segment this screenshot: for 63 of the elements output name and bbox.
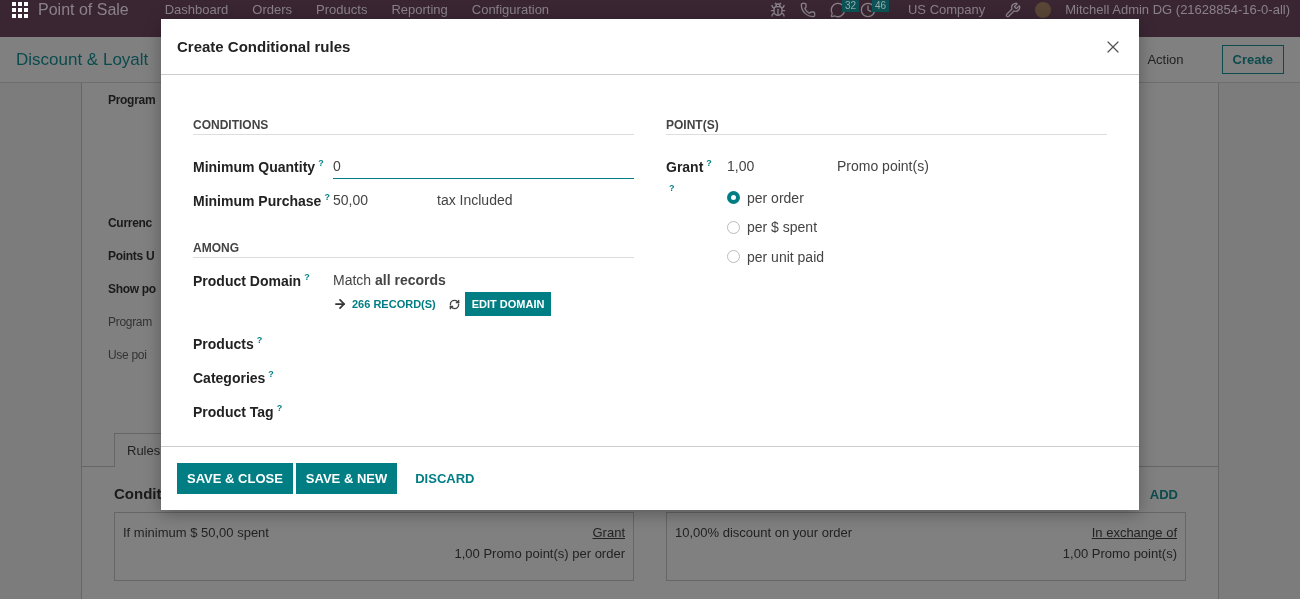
save-button[interactable]: SAVE & NEW (295, 463, 398, 494)
field-label: Use poi (108, 346, 147, 364)
company-name[interactable]: US Company (907, 2, 986, 18)
radio-option[interactable]: per $ spent (727, 212, 825, 242)
refresh-icon[interactable] (448, 298, 460, 310)
card-heading: In exchange of (1091, 525, 1177, 540)
discard-button[interactable]: DISCARD (405, 463, 485, 494)
menu-item[interactable]: Reporting (391, 2, 448, 18)
user-name[interactable]: Mitchell Admin DG (21628854-16-0-all) (1065, 2, 1290, 18)
grant-value: 1,00 (727, 158, 756, 174)
radio-button[interactable] (727, 191, 740, 205)
action-menu[interactable]: Action (1147, 52, 1184, 67)
bug-icon[interactable] (769, 2, 786, 18)
help-mark: ? (669, 183, 675, 193)
amount-value: 50,00 (333, 192, 370, 208)
app-grid-icon[interactable] (12, 2, 28, 18)
phone-icon[interactable] (799, 2, 816, 18)
count-badge: 32 (841, 0, 860, 12)
edit-domain-button[interactable]: EDIT DOMAIN (464, 292, 552, 316)
section-heading: AMONG (193, 241, 634, 258)
card-text: If minimum $ 50,00 spent (123, 525, 269, 542)
field-label: Categories $^{?}$ (193, 368, 274, 386)
field-label: Products $^{?}$ (193, 334, 263, 352)
menu-item[interactable]: Configuration (471, 2, 550, 18)
section-heading: CONDITIONS (193, 118, 634, 135)
radio-option[interactable]: per order (727, 183, 825, 213)
clock-icon[interactable] (859, 2, 876, 18)
field-label: Points U (108, 247, 155, 265)
chat-icon[interactable] (829, 2, 846, 18)
arrow-icon (333, 297, 347, 311)
menu-item[interactable]: Orders (252, 2, 293, 18)
section-title: Condit (114, 485, 162, 502)
radio-option[interactable]: per unit paid (727, 242, 825, 272)
field-label: Minimum Purchase $^{?}$ (193, 191, 331, 209)
field-label: Product Tag $^{?}$ (193, 402, 283, 420)
radio-button[interactable] (727, 250, 740, 264)
menu-item[interactable]: Dashboard (164, 2, 229, 18)
count-badge: 46 (871, 0, 890, 12)
field-label: Minimum Quantity $^{?}$ (193, 157, 325, 175)
field-label: Program (108, 313, 152, 331)
field-label: Grant $^{?}$ (666, 157, 713, 175)
card-detail: 1,00 Promo point(s) per order (454, 546, 625, 561)
create-button[interactable]: Create (1221, 45, 1284, 74)
app-name: Point of Sale (38, 2, 129, 18)
field-label: Currenc (108, 214, 152, 232)
field-label: Program (108, 91, 156, 109)
domain-summary: Match all records (333, 272, 447, 288)
dialog-title: Create Conditional rules (177, 38, 351, 55)
card-text: 10,00% discount on your order (675, 525, 853, 542)
radio-button[interactable] (727, 220, 740, 234)
field-label: Product Domain $^{?}$ (193, 272, 311, 289)
unit-label: Promo point(s) (837, 158, 929, 174)
add-link[interactable]: ADD (1149, 487, 1178, 502)
card-heading: Grant (592, 525, 625, 540)
menu-item[interactable]: Products (316, 2, 368, 18)
section-heading: POINT(S) (666, 118, 1107, 135)
card-detail: 1,00 Promo point(s) (1062, 546, 1177, 561)
save-button[interactable]: SAVE & CLOSE (177, 463, 293, 494)
wrench-icon[interactable] (1005, 2, 1022, 18)
field-label: Show po (108, 280, 156, 298)
tax-note: tax Included (437, 192, 513, 208)
page-title: Discount & Loyalt (16, 49, 149, 70)
records-link[interactable]: 266 RECORD(S) (352, 298, 436, 310)
